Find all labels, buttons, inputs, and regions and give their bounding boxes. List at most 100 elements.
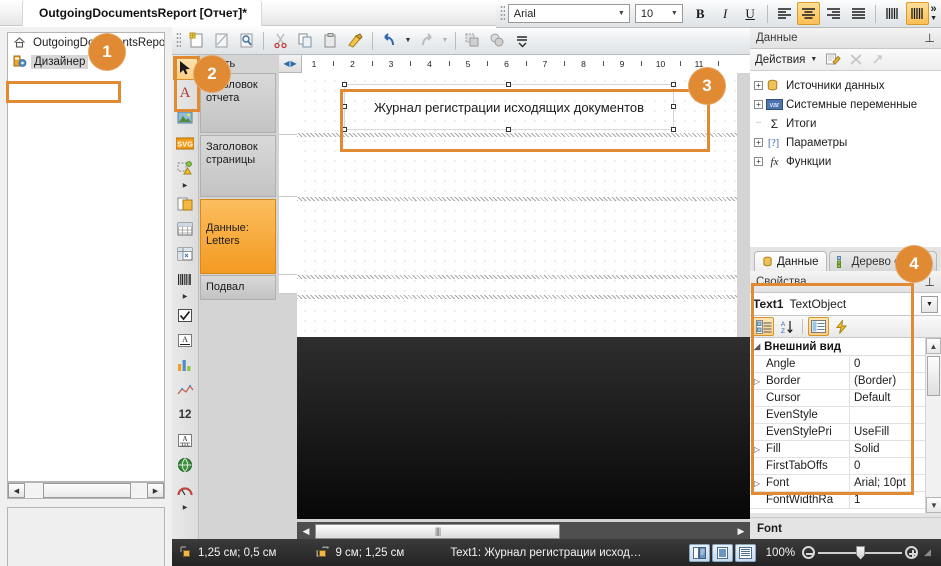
edit-datasource-button[interactable] — [824, 51, 843, 69]
data-tree-item-functions[interactable]: + fx Функции — [754, 152, 941, 171]
chevron-down-icon[interactable]: ▼ — [614, 10, 629, 17]
data-tree-item-system-variables[interactable]: + var Системные переменные — [754, 95, 941, 114]
sparkline-tool[interactable] — [173, 378, 198, 402]
save-report-button[interactable] — [235, 29, 258, 52]
canvas-hscrollbar[interactable]: ◀ |||| ▶ — [297, 522, 750, 540]
matrix-tool[interactable] — [173, 242, 198, 266]
band-footer[interactable]: Подвал — [200, 275, 276, 300]
view-data-button[interactable] — [868, 51, 887, 69]
scroll-right-icon[interactable]: ▶ — [147, 483, 164, 498]
hscroll-right-icon[interactable]: ▶ — [734, 526, 748, 537]
canvas-hscroll-thumb[interactable]: |||| — [315, 524, 560, 539]
pin-icon[interactable]: ⊥ — [925, 31, 935, 45]
scroll-left-icon[interactable]: ◀ — [8, 483, 25, 498]
undo-button[interactable] — [378, 29, 401, 52]
new-report-button[interactable] — [185, 29, 208, 52]
globe-icon-tool[interactable] — [173, 453, 198, 477]
svg-tool[interactable]: SVG — [173, 131, 198, 155]
subreport-tool[interactable] — [173, 192, 198, 216]
zoom-slider-thumb[interactable] — [856, 546, 865, 560]
richtext-tool[interactable]: A — [173, 328, 198, 352]
chevron-down-icon[interactable]: ▼ — [810, 56, 817, 63]
chart-tool[interactable] — [173, 353, 198, 377]
toolbar-overflow-button[interactable] — [511, 29, 534, 52]
ruler-nav-buttons[interactable]: ◀ ▶ — [279, 59, 301, 68]
actions-menu-label[interactable]: Действия — [755, 54, 805, 66]
document-tab[interactable]: OutgoingDocumentsReport [Отчет]* — [22, 0, 262, 26]
expand-plus-icon[interactable]: + — [754, 100, 763, 109]
barcode-tool[interactable] — [173, 267, 198, 291]
formatting-toolbar-overflow-button[interactable]: » ▼ — [930, 5, 937, 23]
data-tree-item-datasources[interactable]: + Источники данных — [754, 76, 941, 95]
bold-button[interactable]: B — [689, 2, 712, 25]
paste-button[interactable] — [319, 29, 342, 52]
table-tool[interactable] — [173, 217, 198, 241]
resize-handle-nw[interactable] — [342, 82, 347, 87]
scroll-down-icon[interactable]: ▼ — [926, 497, 941, 513]
redo-button[interactable] — [415, 29, 438, 52]
shape-tool-expand-icon[interactable]: ▶ — [173, 181, 198, 190]
resize-handle-n[interactable] — [506, 82, 511, 87]
view-single-page-button[interactable] — [712, 544, 733, 562]
resize-grip-icon[interactable]: ◢ — [924, 547, 931, 558]
expand-plus-icon[interactable]: + — [754, 81, 763, 90]
cut-button[interactable] — [269, 29, 292, 52]
view-continuous-button[interactable] — [735, 544, 756, 562]
open-report-button[interactable] — [210, 29, 233, 52]
checkbox-tool[interactable] — [173, 303, 198, 327]
send-to-back-button[interactable] — [486, 29, 509, 52]
zoom-slider[interactable] — [802, 546, 918, 560]
scroll-up-icon[interactable]: ▲ — [926, 338, 941, 354]
copy-button[interactable] — [294, 29, 317, 52]
nav-next-icon[interactable]: ▶ — [291, 59, 297, 68]
delete-datasource-button[interactable] — [846, 51, 865, 69]
data-tree-item-totals[interactable]: ┈ Σ Итоги — [754, 114, 941, 133]
hscroll-left-icon[interactable]: ◀ — [299, 526, 313, 537]
bring-to-front-button[interactable] — [461, 29, 484, 52]
expand-plus-icon[interactable]: + — [754, 138, 763, 147]
horizontal-ruler[interactable]: ◀ ▶ 1234567891011 — [279, 55, 750, 73]
expand-plus-icon[interactable]: + — [754, 157, 763, 166]
chevron-down-icon[interactable]: ▼ — [667, 10, 682, 17]
font-family-combo[interactable]: Arial ▼ — [508, 4, 630, 23]
band-data-letters[interactable]: Данные: Letters — [200, 199, 276, 274]
vscroll-thumb[interactable] — [927, 356, 940, 396]
property-grid-vscrollbar[interactable]: ▲ ▼ — [925, 338, 941, 513]
chevron-down-icon[interactable]: ▼ — [921, 296, 938, 313]
view-two-page-button[interactable] — [689, 544, 710, 562]
hscroll-thumb[interactable] — [43, 483, 131, 498]
tab-data[interactable]: Данные — [754, 251, 827, 271]
tree-item-report[interactable]: OutgoingDocumentsReport — [8, 33, 164, 52]
report-tree-hscrollbar[interactable]: ◀ ▶ — [7, 482, 165, 499]
cellular-text-tool[interactable]: A — [173, 428, 198, 452]
band-page-header[interactable]: Заголовок страницы — [200, 135, 276, 197]
zoom-out-icon[interactable] — [802, 546, 815, 559]
barcode-tool-expand-icon[interactable]: ▶ — [173, 292, 198, 301]
gauge-tool[interactable] — [173, 478, 198, 502]
toolbar-grip[interactable] — [500, 5, 505, 22]
align-right-button[interactable] — [822, 2, 845, 25]
undo-dropdown-icon[interactable]: ▼ — [402, 29, 414, 52]
toolbar-grip[interactable] — [176, 32, 181, 49]
data-tree-item-parameters[interactable]: + [?] Параметры — [754, 133, 941, 152]
align-center-button[interactable] — [797, 2, 820, 25]
italic-button[interactable]: I — [714, 2, 737, 25]
digits-12-icon-tool[interactable]: 12 — [173, 403, 198, 427]
format-painter-button[interactable] — [344, 29, 367, 52]
nav-prev-icon[interactable]: ◀ — [283, 59, 289, 68]
gauge-tool-expand-icon[interactable]: ▶ — [173, 503, 198, 512]
align-left-button[interactable] — [773, 2, 796, 25]
font-size-combo[interactable]: 10 ▼ — [635, 4, 683, 23]
resize-handle-ne[interactable] — [671, 82, 676, 87]
data-tree[interactable]: + Источники данных + var Систем — [750, 71, 941, 225]
data-tree-filler — [750, 225, 941, 247]
shape-tool[interactable] — [173, 156, 198, 180]
underline-button[interactable]: U — [739, 2, 762, 25]
valign-center-button[interactable] — [906, 2, 929, 25]
vertical-ruler[interactable] — [279, 73, 297, 540]
align-justify-button[interactable] — [847, 2, 870, 25]
tree-item-designer[interactable]: Дизайнер — [8, 52, 164, 71]
redo-dropdown-icon[interactable]: ▼ — [439, 29, 451, 52]
zoom-in-icon[interactable] — [905, 546, 918, 559]
valign-top-button[interactable] — [881, 2, 904, 25]
